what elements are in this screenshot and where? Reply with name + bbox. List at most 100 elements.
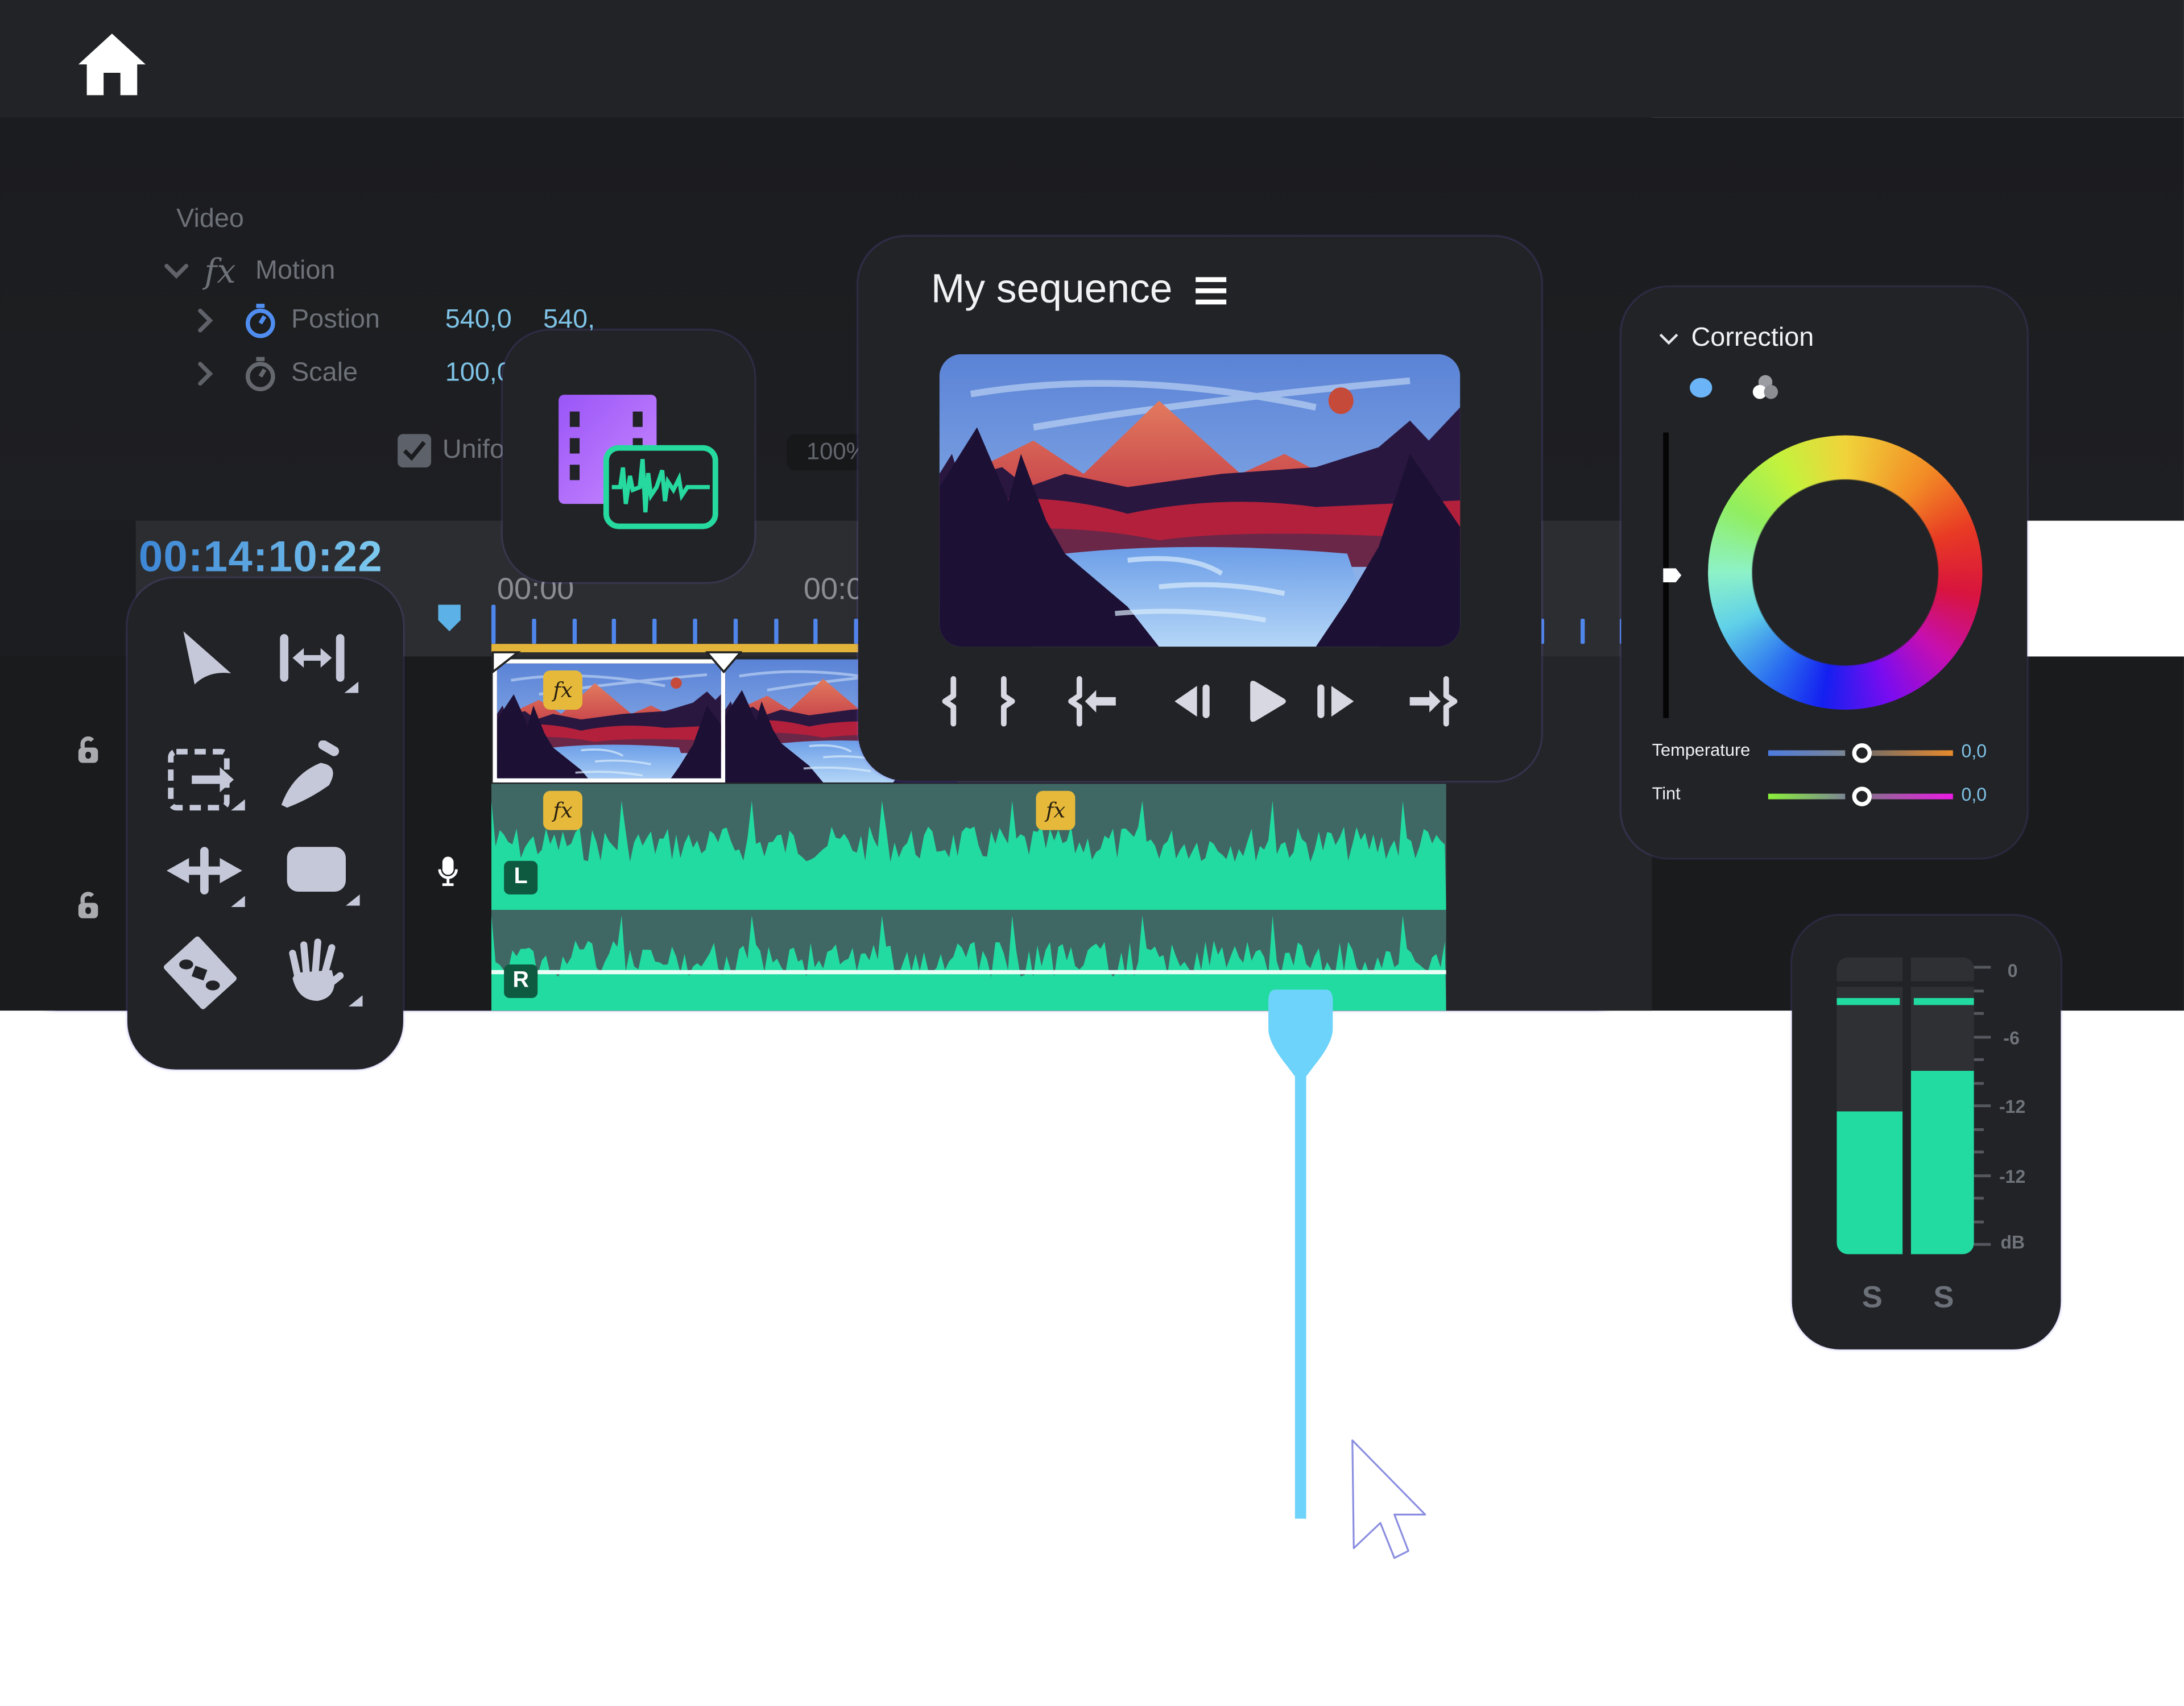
color-wheel[interactable]: [1708, 435, 1983, 710]
ruler-tick: [814, 618, 818, 644]
arrow-icon: [183, 631, 231, 685]
effect-row-motion[interactable]: fx Motion: [163, 252, 336, 291]
meter-tick: [1974, 1196, 1984, 1200]
temperature-slider[interactable]: [1768, 743, 1962, 763]
video-editor-illustration: Video fx Motion Postion 540,0 540, Scale…: [0, 0, 2184, 1706]
track-select-tool[interactable]: [167, 746, 248, 813]
fx-badge[interactable]: fx: [543, 790, 582, 830]
ripple-edit-tool[interactable]: [279, 631, 360, 695]
transport-controls: [940, 673, 1461, 729]
scale-value[interactable]: 100,0: [445, 358, 512, 389]
waveform-shape: [491, 800, 1446, 910]
tint-label: Tint: [1652, 784, 1681, 804]
tools-panel: [127, 578, 403, 1070]
temperature-label: Temperature: [1652, 740, 1751, 760]
db-label: 0: [2007, 960, 2018, 982]
temperature-thumb[interactable]: [1852, 743, 1872, 763]
channel-right-badge: R: [504, 964, 538, 999]
ruler-tick: [652, 618, 657, 644]
track-select-icon: [168, 748, 245, 811]
timecode-display[interactable]: 00:14:10:22: [139, 532, 383, 582]
play-button[interactable]: [1244, 679, 1289, 724]
mark-in-button[interactable]: [940, 676, 962, 727]
correction-header[interactable]: Correction: [1657, 324, 1814, 354]
audio-meter-panel: 0 -6 -12 -12 dB S S: [1792, 915, 2061, 1349]
solo-left-button[interactable]: S: [1862, 1280, 1883, 1316]
hand-tool[interactable]: [284, 937, 363, 1009]
home-icon: [78, 34, 146, 96]
razor-icon: [163, 936, 237, 1009]
meter-tick: [1974, 1173, 1991, 1177]
luminance-slider-thumb[interactable]: [1660, 567, 1682, 584]
video-clip-selected[interactable]: [493, 659, 726, 782]
program-monitor: My sequence: [858, 236, 1542, 781]
playhead-handle[interactable]: [1267, 987, 1334, 1519]
meter-tick: [1974, 1243, 1991, 1246]
playhead[interactable]: [1267, 987, 1334, 1519]
top-bar: [0, 0, 2184, 118]
single-wheel-mode-icon[interactable]: [1689, 376, 1714, 399]
mouse-cursor-icon: [1351, 1439, 1426, 1559]
lock-open-icon[interactable]: [76, 892, 101, 920]
position-x-value[interactable]: 540,0: [445, 305, 543, 336]
ruler-tick: [774, 618, 778, 644]
ruler-major-tick: [491, 604, 496, 644]
three-wheel-mode-icon[interactable]: [1750, 374, 1781, 401]
ruler-tick: [733, 618, 738, 644]
hamburger-menu-icon[interactable]: [1194, 275, 1226, 306]
audio-clip[interactable]: L R fx fx: [491, 784, 1446, 1011]
tint-thumb[interactable]: [1852, 786, 1872, 806]
go-to-in-button[interactable]: [1068, 676, 1119, 727]
fx-badge[interactable]: fx: [1036, 790, 1076, 830]
rectangle-tool[interactable]: [284, 844, 363, 908]
ruler-tick: [531, 618, 536, 644]
meter-bar-right: [1910, 1070, 1974, 1254]
stopwatch-active-icon[interactable]: [243, 303, 277, 339]
step-back-button[interactable]: [1172, 682, 1214, 721]
home-button[interactable]: [76, 31, 148, 98]
chevron-down-icon: [164, 263, 189, 279]
lock-open-icon[interactable]: [76, 736, 101, 764]
section-label: Video: [176, 204, 244, 234]
media-browser-tile[interactable]: [502, 330, 755, 582]
meter-tick: [1974, 966, 1991, 969]
rectangle-icon: [287, 847, 360, 906]
effect-name: Motion: [255, 256, 336, 286]
meter-bar-left: [1836, 1112, 1903, 1254]
solo-right-button[interactable]: S: [1933, 1280, 1954, 1316]
mark-out-button[interactable]: [995, 676, 1017, 727]
stopwatch-icon[interactable]: [243, 355, 277, 392]
tint-slider[interactable]: [1768, 786, 1962, 806]
meter-tick: [1974, 1058, 1984, 1061]
marker-icon[interactable]: [436, 602, 464, 632]
slip-icon: [166, 847, 245, 908]
meter-tick: [1974, 1035, 1991, 1038]
fx-icon: fx: [204, 252, 236, 291]
razor-tool[interactable]: [163, 936, 237, 1009]
ruler-tick: [1580, 618, 1585, 644]
ruler-tick: [612, 618, 617, 644]
db-label: -12: [1999, 1096, 2026, 1117]
temperature-value[interactable]: 0,0: [1962, 740, 1987, 761]
video-preview[interactable]: [940, 354, 1461, 647]
step-forward-button[interactable]: [1314, 682, 1356, 721]
slip-tool[interactable]: [164, 844, 248, 908]
in-point-marker-icon[interactable]: [490, 651, 521, 673]
selection-tool[interactable]: [178, 628, 234, 687]
chevron-right-icon: [198, 362, 213, 386]
media-browser-icon: [559, 395, 718, 529]
property-row-scale[interactable]: Scale 100,0: [196, 355, 512, 392]
microphone-icon[interactable]: [438, 855, 458, 887]
volume-rubber-band[interactable]: [491, 970, 1446, 975]
tint-value[interactable]: 0,0: [1962, 784, 1987, 805]
go-to-out-button[interactable]: [1407, 676, 1458, 727]
chevron-down-icon: [1659, 333, 1678, 345]
preview-image: [940, 354, 1461, 647]
property-label: Scale: [291, 358, 358, 388]
pen-tool[interactable]: [279, 740, 343, 810]
fx-badge[interactable]: fx: [543, 670, 582, 710]
meter-scale: [1974, 958, 2002, 1254]
db-label: dB: [2000, 1232, 2025, 1253]
peak-indicator-right: [1913, 997, 1974, 1005]
transition-marker-icon[interactable]: [705, 651, 742, 673]
